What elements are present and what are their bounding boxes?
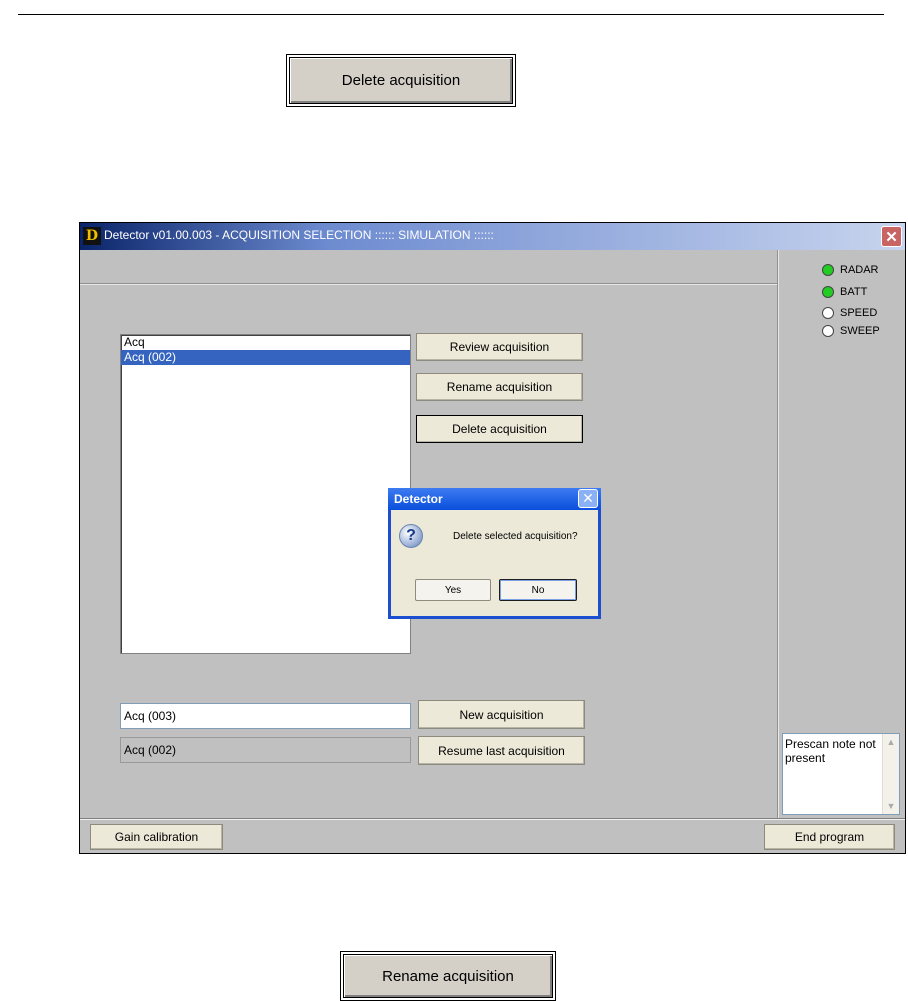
dialog-no-button[interactable]: No — [499, 579, 577, 601]
delete-acquisition-button[interactable]: Delete acquisition — [416, 415, 583, 443]
close-icon[interactable]: ✕ — [881, 226, 902, 247]
status-radar: RADAR — [822, 263, 879, 277]
review-acquisition-button[interactable]: Review acquisition — [416, 333, 583, 361]
doc-rename-acquisition-button[interactable]: Rename acquisition — [340, 951, 556, 1001]
dialog-yes-button[interactable]: Yes — [415, 579, 491, 601]
detector-window: D Detector v01.00.003 - ACQUISITION SELE… — [79, 222, 906, 854]
dialog-close-icon[interactable]: ✕ — [578, 489, 598, 508]
list-item-selected[interactable]: Acq (002) — [121, 350, 410, 365]
resume-last-acquisition-button[interactable]: Resume last acquisition — [418, 736, 585, 765]
rename-acquisition-button[interactable]: Rename acquisition — [416, 373, 583, 401]
status-led-icon — [822, 286, 834, 298]
prescan-note-box[interactable]: Prescan note not present ▲ ▼ — [782, 733, 900, 815]
window-title: Detector v01.00.003 - ACQUISITION SELECT… — [104, 228, 494, 242]
dialog-titlebar: Detector ✕ — [388, 488, 601, 510]
status-panel-divider — [777, 250, 779, 818]
top-panel-divider — [80, 283, 777, 285]
status-led-icon — [822, 325, 834, 337]
status-label: BATT — [840, 286, 868, 298]
dialog-message: Delete selected acquisition? — [453, 531, 578, 542]
list-item[interactable]: Acq — [121, 335, 410, 350]
bottom-divider — [80, 818, 905, 820]
status-label: RADAR — [840, 264, 879, 276]
window-titlebar: D Detector v01.00.003 - ACQUISITION SELE… — [80, 223, 905, 250]
prescan-note-text: Prescan note not present — [785, 737, 876, 765]
note-scrollbar[interactable]: ▲ ▼ — [882, 734, 899, 814]
app-icon: D — [83, 227, 101, 245]
question-icon: ? — [399, 524, 423, 548]
last-acquisition-field: Acq (002) — [120, 737, 411, 763]
new-acquisition-button[interactable]: New acquisition — [418, 700, 585, 729]
status-led-icon — [822, 307, 834, 319]
new-acquisition-name-input[interactable]: Acq (003) — [120, 703, 411, 729]
gain-calibration-button[interactable]: Gain calibration — [90, 824, 223, 850]
end-program-button[interactable]: End program — [764, 824, 895, 850]
status-sweep: SWEEP — [822, 324, 880, 338]
scroll-down-icon[interactable]: ▼ — [883, 798, 899, 814]
status-speed: SPEED — [822, 306, 877, 320]
doc-delete-acquisition-button[interactable]: Delete acquisition — [286, 54, 516, 107]
status-led-icon — [822, 264, 834, 276]
dialog-title: Detector — [394, 492, 443, 506]
status-batt: BATT — [822, 285, 867, 299]
status-label: SPEED — [840, 307, 878, 319]
document-top-rule — [18, 14, 884, 15]
confirm-dialog: Detector ✕ ? Delete selected acquisition… — [388, 488, 601, 619]
status-label: SWEEP — [840, 325, 880, 337]
scroll-up-icon[interactable]: ▲ — [883, 734, 899, 750]
acquisition-list[interactable]: Acq Acq (002) — [120, 334, 411, 654]
